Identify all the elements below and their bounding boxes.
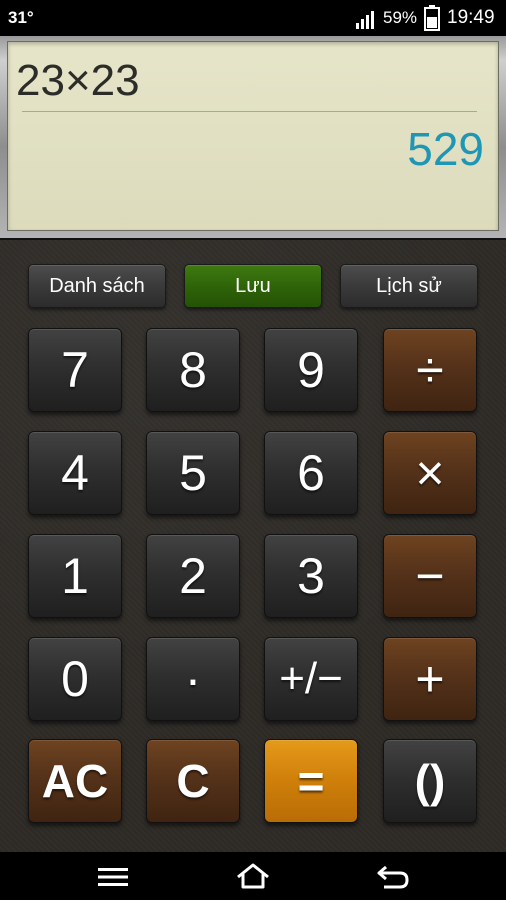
status-bar: 31° 59% 19:49: [0, 0, 506, 36]
key-4[interactable]: 4: [28, 431, 122, 515]
battery-icon: [424, 5, 440, 31]
navigation-bar: [0, 852, 506, 900]
key-label: 1: [61, 548, 89, 604]
list-button[interactable]: Danh sách: [28, 264, 166, 308]
key-9[interactable]: 9: [264, 328, 358, 412]
key-0[interactable]: 0: [28, 637, 122, 721]
parentheses-key[interactable]: (): [383, 739, 477, 823]
all-clear-key[interactable]: AC: [28, 739, 122, 823]
key-6[interactable]: 6: [264, 431, 358, 515]
keypad: Danh sách Lưu Lịch sử 7 8 9 ÷ 4 5 6 × 1 …: [0, 238, 506, 854]
key-8[interactable]: 8: [146, 328, 240, 412]
key-2[interactable]: 2: [146, 534, 240, 618]
key-1[interactable]: 1: [28, 534, 122, 618]
key-7[interactable]: 7: [28, 328, 122, 412]
plus-key[interactable]: +: [383, 637, 477, 721]
key-label: AC: [41, 755, 109, 807]
key-label: 2: [179, 548, 207, 604]
decimal-point-key[interactable]: ·: [146, 637, 240, 721]
key-label: 6: [297, 445, 325, 501]
equals-key[interactable]: =: [264, 739, 358, 823]
weather-temperature: 31°: [8, 8, 34, 27]
key-label: +: [415, 651, 445, 707]
home-icon[interactable]: [235, 862, 271, 890]
key-label: (): [414, 755, 446, 807]
history-button[interactable]: Lịch sử: [340, 264, 478, 308]
key-label: ·: [184, 651, 202, 707]
key-3[interactable]: 3: [264, 534, 358, 618]
lcd-screen: 23×23 529: [7, 41, 499, 231]
divide-key[interactable]: ÷: [383, 328, 477, 412]
key-label: 3: [297, 548, 325, 604]
display-panel: 23×23 529: [0, 36, 506, 238]
key-label: ÷: [416, 342, 444, 398]
key-label: 4: [61, 445, 89, 501]
key-label: =: [297, 755, 325, 807]
clear-key[interactable]: C: [146, 739, 240, 823]
key-label: 0: [61, 651, 89, 707]
back-icon[interactable]: [376, 864, 410, 890]
key-label: +/−: [279, 654, 343, 703]
result-display: 529: [407, 123, 484, 175]
key-label: 9: [297, 342, 325, 398]
key-label: −: [415, 548, 445, 604]
minus-key[interactable]: −: [383, 534, 477, 618]
expression-display: 23×23: [16, 56, 140, 105]
key-label: ×: [415, 445, 445, 501]
key-label: 7: [61, 342, 89, 398]
key-label: 5: [179, 445, 207, 501]
key-5[interactable]: 5: [146, 431, 240, 515]
clock: 19:49: [447, 7, 495, 28]
multiply-key[interactable]: ×: [383, 431, 477, 515]
signal-icon: [356, 11, 374, 29]
save-button[interactable]: Lưu: [184, 264, 322, 308]
key-label: C: [176, 755, 210, 807]
menu-icon[interactable]: [98, 867, 128, 887]
battery-percentage: 59%: [383, 8, 418, 27]
display-divider: [22, 111, 477, 112]
plus-minus-key[interactable]: +/−: [264, 637, 358, 721]
key-label: 8: [179, 342, 207, 398]
